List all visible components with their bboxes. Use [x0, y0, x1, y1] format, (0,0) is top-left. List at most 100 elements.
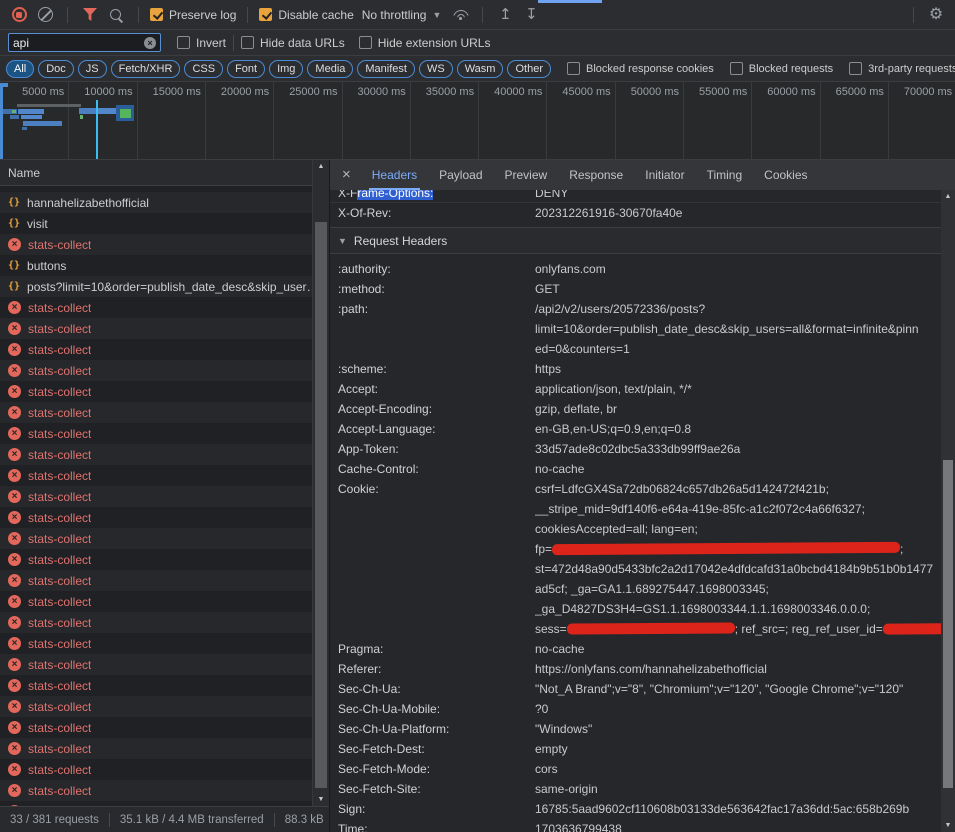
- type-filter-ws[interactable]: WS: [419, 60, 453, 78]
- request-row[interactable]: ×stats-collect: [0, 402, 312, 423]
- network-conditions-button[interactable]: [449, 4, 471, 26]
- request-row[interactable]: {}posts?limit=10&order=publish_date_desc…: [0, 276, 312, 297]
- scrollbar-thumb[interactable]: [943, 460, 953, 788]
- request-row[interactable]: ×stats-collect: [0, 759, 312, 780]
- request-row[interactable]: ×stats-collect: [0, 612, 312, 633]
- blocked-requests-checkbox[interactable]: Blocked requests: [730, 62, 833, 75]
- request-row[interactable]: ×stats-collect: [0, 360, 312, 381]
- filter-input[interactable]: [13, 36, 144, 50]
- request-row[interactable]: ×stats-collect: [0, 318, 312, 339]
- type-filter-css[interactable]: CSS: [184, 60, 223, 78]
- header-value: same-origin: [535, 779, 941, 799]
- request-row[interactable]: ×stats-collect: [0, 780, 312, 801]
- request-row[interactable]: ×stats-collect: [0, 717, 312, 738]
- type-filter-other[interactable]: Other: [507, 60, 551, 78]
- settings-button[interactable]: ⚙: [925, 4, 947, 26]
- request-row[interactable]: ×stats-collect: [0, 444, 312, 465]
- request-list-scrollbar[interactable]: ▲ ▼: [312, 160, 329, 806]
- blocked-response-cookies-checkbox[interactable]: Blocked response cookies: [567, 62, 714, 75]
- request-row[interactable]: {}buttons: [0, 255, 312, 276]
- request-row[interactable]: ×stats-collect: [0, 633, 312, 654]
- request-row[interactable]: ×stats-collect: [0, 549, 312, 570]
- request-row[interactable]: ×stats-collect: [0, 570, 312, 591]
- request-row[interactable]: ×stats-collect: [0, 675, 312, 696]
- hide-data-urls-checkbox[interactable]: Hide data URLs: [241, 36, 345, 50]
- clear-filter-icon[interactable]: ×: [144, 37, 156, 49]
- export-har-button[interactable]: ↧: [520, 4, 542, 26]
- error-icon: ×: [8, 553, 21, 566]
- request-row[interactable]: ×stats-collect: [0, 486, 312, 507]
- invert-checkbox[interactable]: Invert: [177, 36, 226, 50]
- close-details-button[interactable]: ×: [332, 160, 361, 190]
- request-name: visit: [27, 217, 48, 231]
- filter-input-box[interactable]: ×: [8, 33, 161, 52]
- request-row[interactable]: ×stats-collect: [0, 696, 312, 717]
- request-row[interactable]: ×stats-collect: [0, 507, 312, 528]
- tab-preview[interactable]: Preview: [494, 160, 559, 190]
- header-row: Accept-Encoding:gzip, deflate, br: [330, 399, 941, 419]
- tab-timing[interactable]: Timing: [696, 160, 754, 190]
- filter-button[interactable]: [79, 4, 101, 26]
- scroll-down-icon[interactable]: ▼: [941, 822, 955, 829]
- request-row[interactable]: ×stats-collect: [0, 381, 312, 402]
- type-filter-fetchxhr[interactable]: Fetch/XHR: [111, 60, 181, 78]
- redaction-scribble: [883, 622, 941, 634]
- waterfall-bar: [96, 100, 98, 160]
- scroll-up-icon[interactable]: ▲: [313, 163, 329, 170]
- throttling-dropdown[interactable]: No throttling ▼: [358, 8, 446, 22]
- request-row[interactable]: ×stats-collect: [0, 738, 312, 759]
- 3rd-party-requests-checkbox[interactable]: 3rd-party requests: [849, 62, 955, 75]
- name-column-header[interactable]: Name: [0, 160, 312, 186]
- tab-initiator[interactable]: Initiator: [634, 160, 695, 190]
- header-name: Referer:: [330, 659, 535, 679]
- tab-response[interactable]: Response: [558, 160, 634, 190]
- type-filter-doc[interactable]: Doc: [38, 60, 74, 78]
- scroll-up-icon[interactable]: ▲: [941, 193, 955, 200]
- divider: [482, 7, 483, 23]
- hide-extension-urls-checkbox[interactable]: Hide extension URLs: [359, 36, 491, 50]
- timeline-left-handle-top: [0, 83, 8, 87]
- header-value: no-cache: [535, 639, 941, 659]
- request-row[interactable]: ×stats-collect: [0, 528, 312, 549]
- scrollbar-thumb[interactable]: [315, 222, 327, 788]
- details-scrollbar[interactable]: ▲ ▼: [941, 190, 955, 832]
- timeline-gridline: [820, 82, 821, 159]
- tab-headers[interactable]: Headers: [361, 160, 428, 190]
- tab-payload[interactable]: Payload: [428, 160, 493, 190]
- request-row[interactable]: {}visit: [0, 213, 312, 234]
- type-filter-media[interactable]: Media: [307, 60, 353, 78]
- timeline-left-handle[interactable]: [0, 83, 3, 160]
- timeline-overview[interactable]: 5000 ms10000 ms15000 ms20000 ms25000 ms3…: [0, 82, 955, 160]
- disable-cache-checkbox[interactable]: Disable cache: [259, 8, 353, 22]
- header-value: ?0: [535, 699, 941, 719]
- header-name: App-Token:: [330, 439, 535, 459]
- request-row[interactable]: ×stats-collect: [0, 654, 312, 675]
- request-row[interactable]: ×stats-collect: [0, 297, 312, 318]
- request-row[interactable]: ×stats-collect: [0, 465, 312, 486]
- type-filter-font[interactable]: Font: [227, 60, 265, 78]
- import-har-button[interactable]: ↥: [494, 4, 516, 26]
- type-filter-wasm[interactable]: Wasm: [457, 60, 504, 78]
- search-button[interactable]: [105, 4, 127, 26]
- request-row[interactable]: ×stats-collect: [0, 423, 312, 444]
- header-row: Referer:https://onlyfans.com/hannaheliza…: [330, 659, 941, 679]
- request-row[interactable]: ×stats-collect: [0, 339, 312, 360]
- tab-cookies[interactable]: Cookies: [753, 160, 818, 190]
- record-button[interactable]: [8, 4, 30, 26]
- gear-icon: ⚙: [929, 7, 943, 23]
- type-filter-all[interactable]: All: [6, 60, 34, 78]
- scroll-down-icon[interactable]: ▼: [313, 796, 329, 803]
- type-filter-img[interactable]: Img: [269, 60, 303, 78]
- type-filter-manifest[interactable]: Manifest: [357, 60, 415, 78]
- request-row[interactable]: {}hannahelizabethofficial: [0, 192, 312, 213]
- type-filter-js[interactable]: JS: [78, 60, 107, 78]
- clear-button[interactable]: [34, 4, 56, 26]
- request-headers-section[interactable]: ▼ Request Headers: [330, 227, 941, 254]
- preserve-log-checkbox[interactable]: Preserve log: [150, 8, 236, 22]
- request-row[interactable]: ×stats-collect: [0, 234, 312, 255]
- fetch-icon: {}: [8, 186, 20, 187]
- request-name: stats-collect: [28, 469, 91, 483]
- resource-type-filter-bar: AllDocJSFetch/XHRCSSFontImgMediaManifest…: [0, 56, 955, 82]
- request-row[interactable]: ×stats-collect: [0, 591, 312, 612]
- response-headers-tail: X-Of-Rev:202312261916-30670fa40e: [330, 203, 941, 223]
